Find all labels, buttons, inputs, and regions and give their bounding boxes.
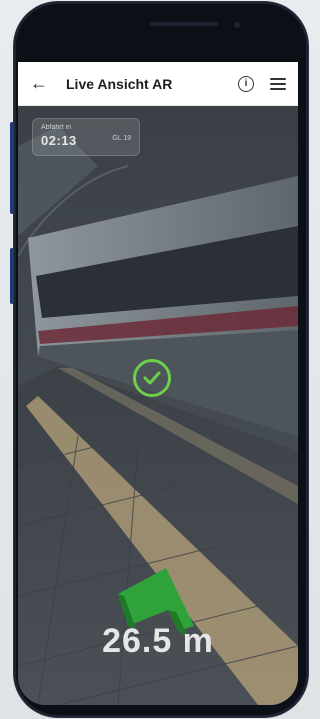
track-label: GL 19 [112, 135, 131, 142]
app-bar: ← Live Ansicht AR i [18, 62, 298, 106]
speaker [149, 22, 219, 26]
info-icon[interactable]: i [238, 75, 254, 92]
checkmark-circle-icon [133, 359, 171, 397]
side-button [10, 248, 14, 304]
hamburger-menu-icon[interactable] [270, 77, 286, 90]
departure-label: Abfahrt in [41, 124, 71, 131]
side-button [10, 122, 14, 214]
front-camera [234, 22, 240, 28]
departure-countdown-card[interactable]: Abfahrt in 02:13 GL 19 [32, 118, 140, 156]
distance-readout: 26.5 m [102, 622, 214, 660]
page-title: Live Ansicht AR [66, 75, 173, 92]
arrow-left-icon[interactable]: ← [26, 73, 52, 94]
ar-camera-view: Abfahrt in 02:13 GL 19 26.5 m [18, 106, 298, 705]
app-screen: Abfahrt in 02:13 GL 19 26.5 m ← Live Ans… [18, 62, 298, 705]
ar-scene-illustration [18, 106, 298, 705]
